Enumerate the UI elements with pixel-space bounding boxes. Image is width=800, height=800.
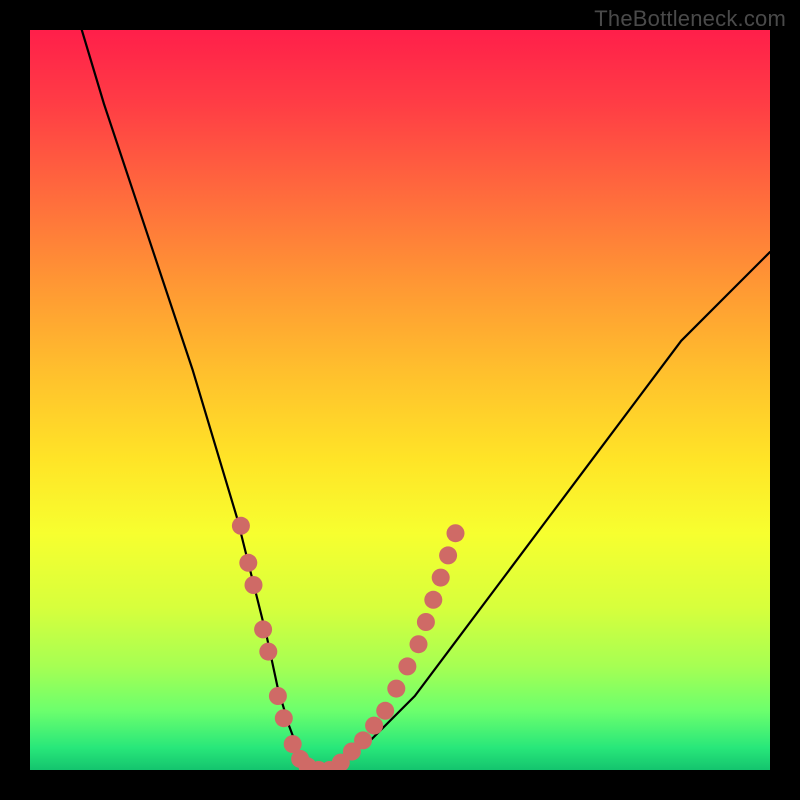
highlight-point	[424, 591, 442, 609]
highlight-point	[439, 546, 457, 564]
highlight-point	[254, 620, 272, 638]
highlight-point	[245, 576, 263, 594]
highlight-point	[239, 554, 257, 572]
highlight-point	[447, 524, 465, 542]
chart-stage: TheBottleneck.com	[0, 0, 800, 800]
bottleneck-curve-line	[82, 30, 770, 770]
highlight-point	[432, 569, 450, 587]
highlighted-points-group	[232, 517, 465, 770]
highlight-point	[269, 687, 287, 705]
highlight-point	[275, 709, 293, 727]
watermark-text: TheBottleneck.com	[594, 6, 786, 32]
highlight-point	[354, 731, 372, 749]
highlight-point	[365, 717, 383, 735]
highlight-point	[259, 643, 277, 661]
highlight-point	[417, 613, 435, 631]
highlight-point	[376, 702, 394, 720]
highlight-point	[398, 657, 416, 675]
highlight-point	[232, 517, 250, 535]
chart-svg	[30, 30, 770, 770]
highlight-point	[387, 680, 405, 698]
chart-plot-area	[30, 30, 770, 770]
highlight-point	[410, 635, 428, 653]
